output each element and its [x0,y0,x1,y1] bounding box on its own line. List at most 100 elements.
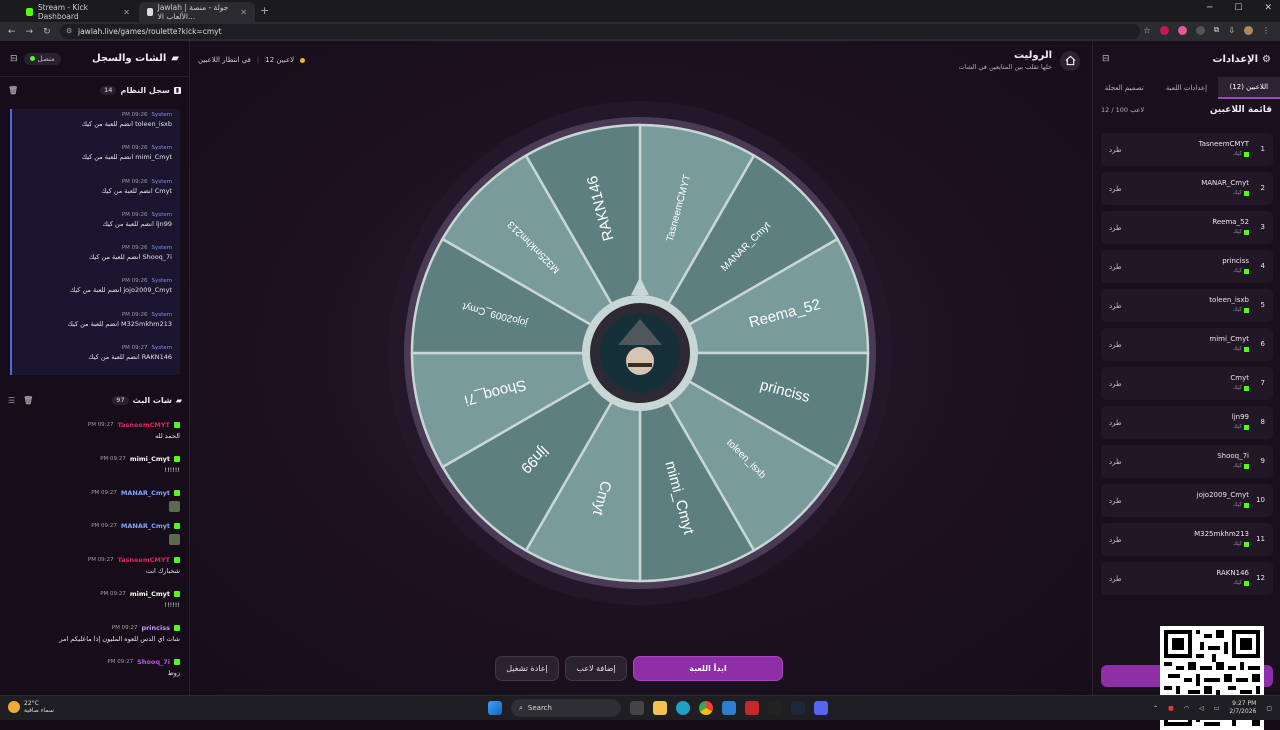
kick-player-button[interactable]: طرد [1109,497,1122,505]
kick-player-button[interactable]: طرد [1109,575,1122,583]
collapse-panel-icon[interactable]: ⊟ [10,54,18,64]
tab-wheel-design[interactable]: تصميم العجلة [1093,77,1155,99]
close-tab-icon[interactable]: ✕ [240,8,247,17]
browser-tab-bar: Stream - Kick Dashboard ✕ Jawlah | جولة … [0,0,1280,22]
file-explorer-icon[interactable] [653,701,667,715]
edge-icon[interactable] [676,701,690,715]
kick-player-button[interactable]: طرد [1109,380,1122,388]
chrome-icon[interactable] [699,701,713,715]
player-source: كيك [1233,151,1249,157]
collapse-settings-icon[interactable]: ⊟ [1102,54,1110,64]
capcut-icon[interactable] [768,701,782,715]
kick-logo-icon [1244,151,1249,157]
home-button[interactable] [1060,50,1080,71]
player-source: كيك [1233,424,1249,430]
player-number: 12 [1256,574,1265,582]
close-window-icon[interactable]: ✕ [1264,3,1272,13]
url-text: jawlah.live/games/roulette?kick=cmyt [78,27,222,36]
add-player-button[interactable]: إضافة لاعب [565,656,627,681]
player-name: M325mkhm213 [1194,530,1249,538]
kick-player-button[interactable]: طرد [1109,458,1122,466]
kick-player-button[interactable]: طرد [1109,419,1122,427]
restart-button[interactable]: إعادة تشغيل [495,656,559,681]
kick-player-button[interactable]: طرد [1109,263,1122,271]
maximize-icon[interactable]: ☐ [1234,3,1242,13]
player-number: 3 [1260,223,1265,231]
home-icon [1065,55,1075,66]
player-row: طرد princiss كيك 4 [1101,250,1273,283]
mail-icon[interactable] [745,701,759,715]
windows-start-icon[interactable] [488,701,502,715]
player-source: كيك [1233,502,1249,508]
back-icon[interactable]: ← [8,27,16,37]
wheel-svg[interactable]: TasneemCMYTMANAR_CmytReema_52princisstol… [386,99,894,607]
clock[interactable]: 9:27 PM 2/7/2026 [1229,700,1256,716]
kick-player-button[interactable]: طرد [1109,536,1122,544]
minimize-icon[interactable]: ─ [1207,3,1212,13]
kick-player-button[interactable]: طرد [1109,341,1122,349]
address-bar[interactable]: ⚙ jawlah.live/games/roulette?kick=cmyt [60,24,1140,39]
system-log-count: 14 [100,85,117,95]
chat-log-panel: ⊟ متصل الشات والسجل ▰ 🗑 14 سجل النظام ▮ … [0,41,190,695]
tray-chevron-icon[interactable]: ⌃ [1153,705,1158,712]
extension-icon[interactable] [1195,25,1205,35]
player-name: RAKN146 [1216,569,1249,577]
tab-kick-dashboard[interactable]: Stream - Kick Dashboard ✕ [18,2,138,22]
tray-app-icon[interactable]: ■ [1168,705,1174,712]
profile-avatar[interactable] [1244,25,1253,35]
battery-icon[interactable]: ▭ [1214,705,1220,712]
start-game-button[interactable]: ابدأ اللعبة [633,656,783,681]
wifi-icon[interactable]: ◠ [1184,705,1189,712]
extensions-puzzle-icon[interactable]: ⧉ [1214,25,1220,35]
reload-icon[interactable]: ↻ [43,27,51,37]
extension-icon[interactable] [1159,25,1169,35]
volume-icon[interactable]: ◁ [1199,705,1204,712]
site-info-icon[interactable]: ⚙ [66,27,72,35]
player-source: كيك [1233,463,1249,469]
clear-log-icon[interactable]: 🗑 [8,86,18,95]
download-icon[interactable]: ⇩ [1228,26,1235,35]
player-number: 9 [1260,457,1265,465]
weather-widget[interactable]: 22°C سماء صافية [8,700,54,714]
photos-icon[interactable] [722,701,736,715]
kick-logo-icon [1244,541,1249,547]
app-root: ⊟ متصل الشات والسجل ▰ 🗑 14 سجل النظام ▮ … [0,41,1280,730]
chat-message: TasneemCMYT 09:27 PM الحمد لله [87,421,180,440]
log-item: System 09:26 PM mimi_Cmyt انضم للعبة من كي… [10,142,180,176]
forward-icon[interactable]: → [26,27,34,37]
player-number: 2 [1260,184,1265,192]
kick-player-button[interactable]: طرد [1109,302,1122,310]
kick-logo-icon [1244,580,1249,586]
extension-icon[interactable] [1177,25,1187,35]
filter-icon[interactable]: ☰ [8,396,15,405]
clear-chat-icon[interactable]: 🗑 [23,396,33,405]
notifications-icon[interactable]: ▢ [1266,705,1272,712]
player-row: طرد jojo2009_Cmyt كيك 10 [1101,484,1273,517]
bookmark-star-icon[interactable]: ☆ [1143,26,1150,35]
player-name: Reema_52 [1212,218,1249,226]
tab-jawlah[interactable]: Jawlah | جولة - منصة الألعاب الا... ✕ [139,2,255,22]
task-view-icon[interactable] [630,701,644,715]
kick-logo-icon [1244,502,1249,508]
game-controls: إعادة تشغيل إضافة لاعب ابدأ اللعبة [495,656,783,681]
roulette-wheel[interactable]: TasneemCMYT MANAR_Cmyt Reema_52 princiss tol… [386,99,894,607]
chat-message: princiss 09:27 PM شات اي الدس للعوه المليو… [59,623,180,643]
player-row: طرد M325mkhm213 كيك 11 [1101,523,1273,556]
tab-game-settings[interactable]: إعدادات اللعبة [1155,77,1217,99]
discord-icon[interactable] [814,701,828,715]
player-source: كيك [1233,268,1249,274]
player-count: 12 لاعبين [265,56,295,64]
close-tab-icon[interactable]: ✕ [123,8,130,17]
taskbar-search[interactable]: ⌕ Search [511,699,621,717]
kick-player-button[interactable]: طرد [1109,146,1122,154]
settings-title: الإعدادات [1212,53,1259,65]
kick-player-button[interactable]: طرد [1109,185,1122,193]
kick-player-button[interactable]: طرد [1109,224,1122,232]
tab-players[interactable]: اللاعبين (12) [1217,77,1280,99]
system-log-title: سجل النظام [120,85,170,95]
steam-icon[interactable] [791,701,805,715]
kick-logo-icon [1244,268,1249,274]
menu-dots-icon[interactable]: ⋮ [1262,26,1270,35]
chat-message: Shooq_7i 09:27 PM زوط [107,657,180,677]
new-tab-button[interactable]: + [260,4,269,17]
